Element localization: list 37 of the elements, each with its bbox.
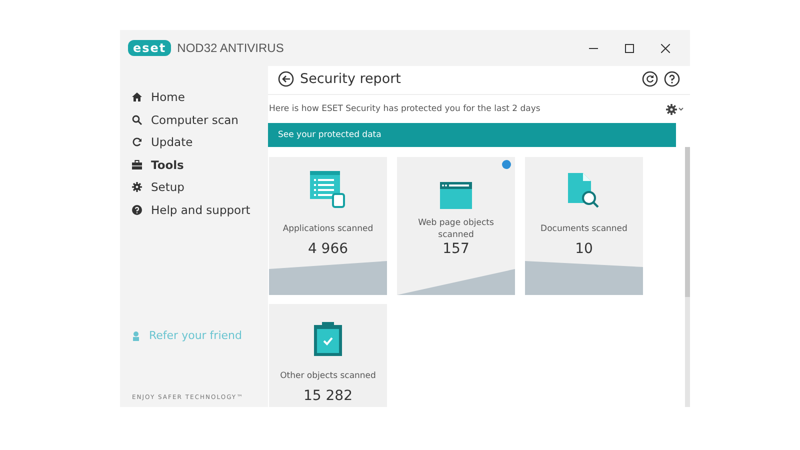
report-description: Here is how ESET Security has protected you for the last 2 days — [269, 104, 540, 114]
browser-window-icon — [440, 182, 472, 209]
stat-label: Web page objects scanned — [417, 217, 495, 241]
document-search-icon — [568, 173, 600, 209]
refresh-button[interactable] — [642, 71, 658, 87]
info-icon[interactable] — [502, 160, 511, 169]
scrollbar-thumb[interactable] — [685, 147, 690, 297]
toolbox-icon — [132, 160, 142, 170]
sidebar-item[interactable]: Help and support — [132, 198, 268, 221]
maximize-icon[interactable] — [624, 44, 634, 52]
help-icon — [132, 204, 142, 215]
sidebar-item[interactable]: Computer scan — [132, 108, 268, 131]
help-button[interactable] — [664, 71, 680, 87]
sidebar-item[interactable]: Setup — [132, 176, 268, 198]
sidebar-item[interactable]: Home — [132, 86, 268, 108]
home-icon — [132, 92, 142, 102]
page-title: Security report — [300, 71, 402, 87]
stat-label: Documents scanned — [540, 223, 628, 236]
gear-icon — [132, 182, 142, 192]
stat-value: 4 966 — [308, 241, 348, 257]
product-name: NOD32 ANTIVIRUS — [177, 41, 285, 55]
stat-label: Applications scanned — [282, 223, 374, 236]
sidebar-item[interactable]: Tools — [132, 154, 268, 176]
stat-value: 10 — [575, 241, 593, 257]
clipboard-check-icon — [314, 322, 342, 356]
stat-value: 15 282 — [304, 388, 352, 404]
refresh-icon — [132, 137, 142, 148]
sidebar-item[interactable]: Update — [132, 131, 268, 154]
search-icon — [132, 114, 142, 125]
close-icon[interactable] — [660, 44, 670, 52]
settings-dropdown[interactable] — [666, 104, 684, 114]
eset-logo: eset — [128, 40, 172, 56]
application-list-icon — [310, 171, 346, 209]
stat-value: 157 — [442, 241, 470, 257]
person-icon — [132, 330, 140, 340]
stat-label: Other objects scanned — [279, 370, 377, 383]
back-button[interactable] — [278, 71, 294, 87]
